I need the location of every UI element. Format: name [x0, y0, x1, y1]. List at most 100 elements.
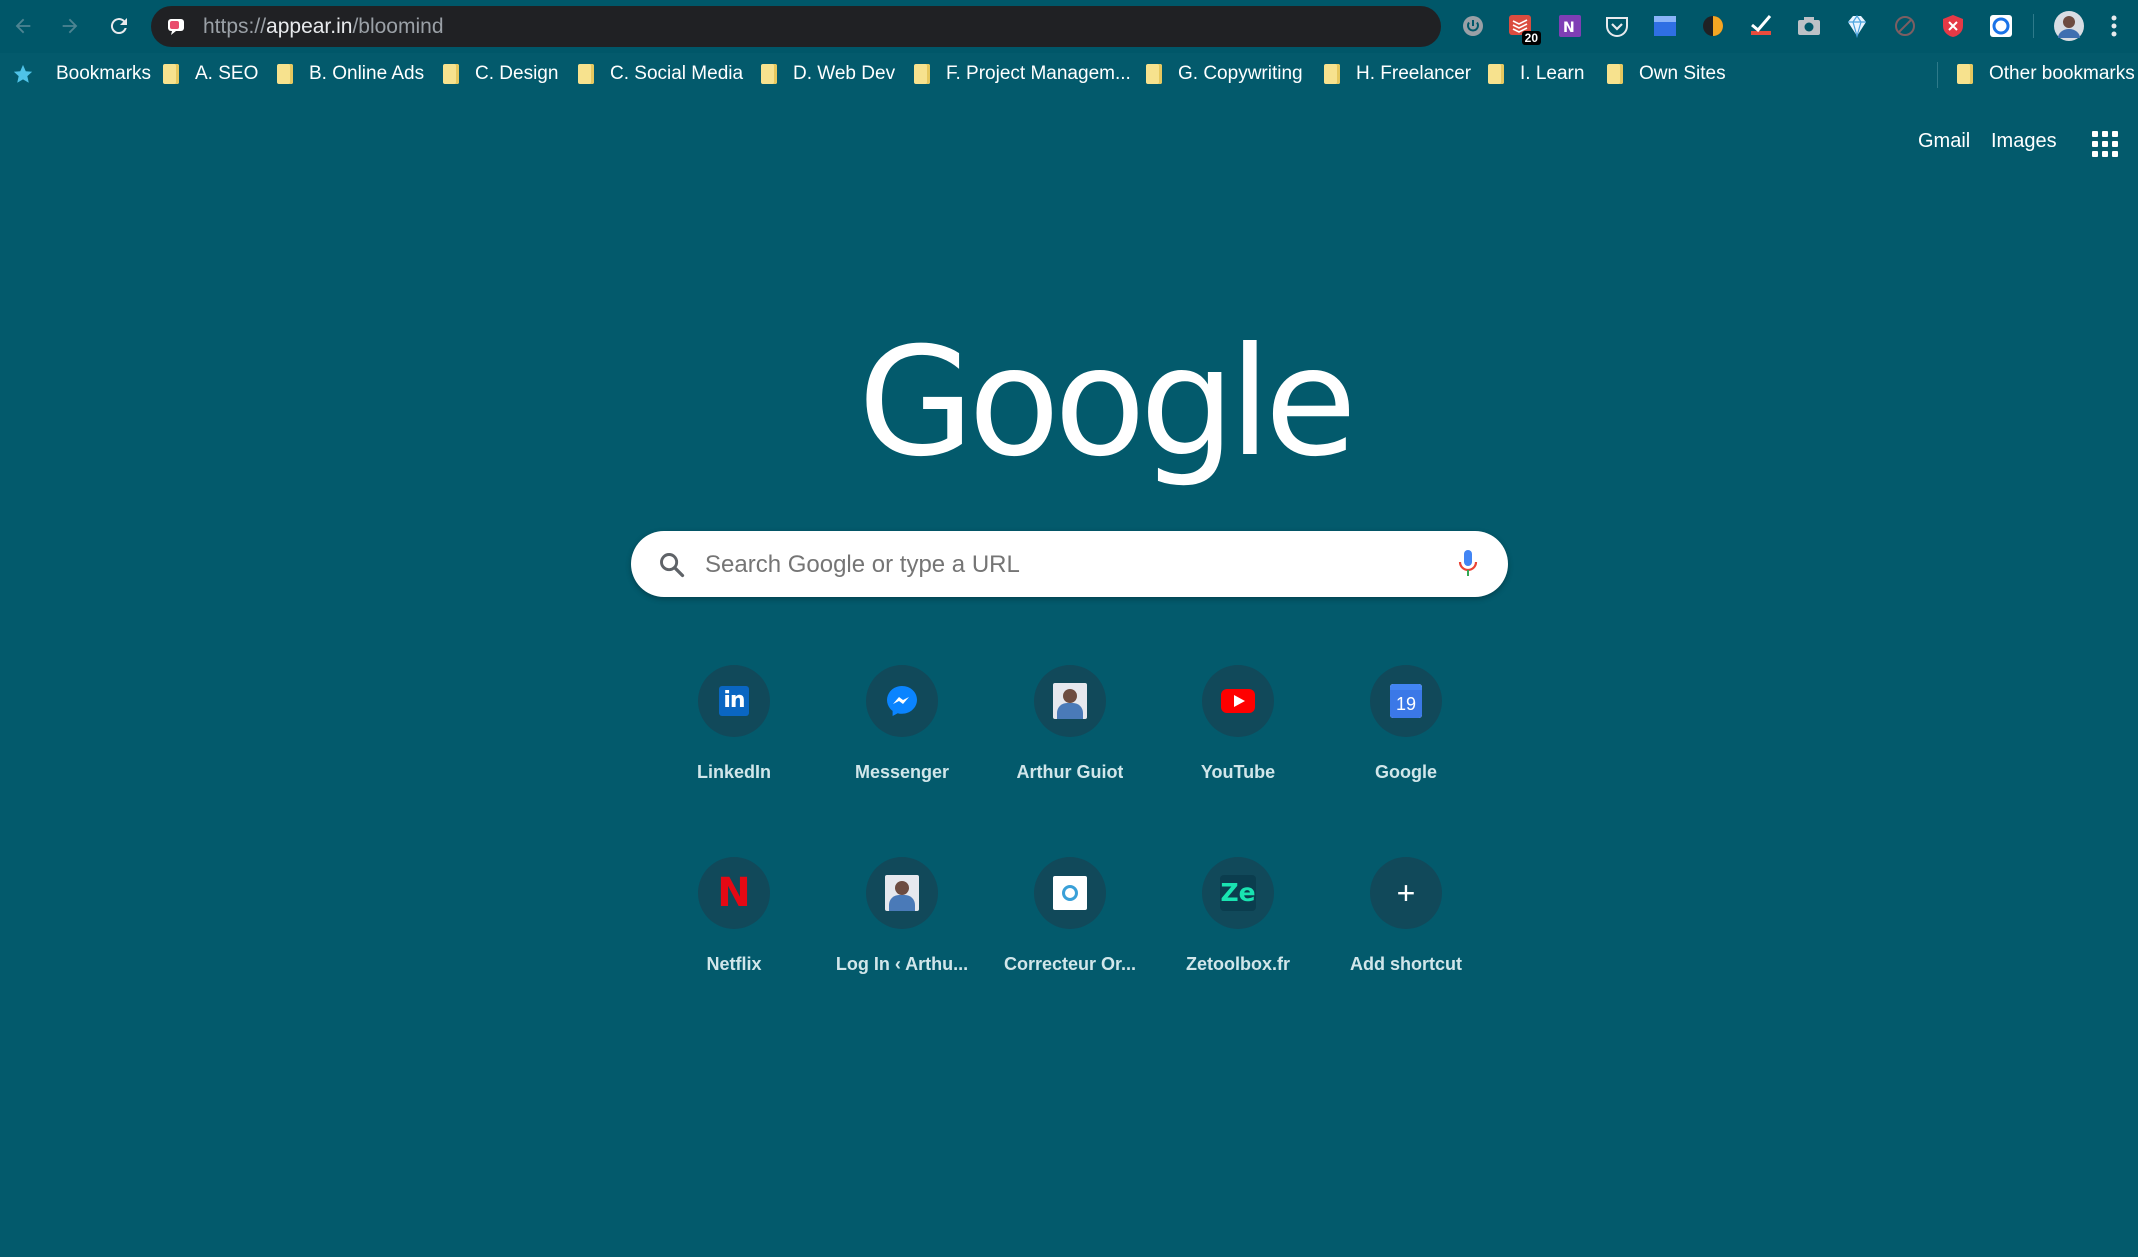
tile-icon-circle [1034, 857, 1106, 929]
shortcut-tile-youtube[interactable]: YouTube [1163, 665, 1313, 815]
arthur-guiot-favicon [1053, 683, 1087, 719]
apps-grid-button[interactable] [2092, 131, 2118, 157]
apps-dot [2102, 131, 2108, 137]
extension-blue[interactable] [1987, 12, 2015, 40]
apps-dot [2102, 141, 2108, 147]
window-icon [1654, 16, 1676, 36]
reload-icon [110, 18, 127, 35]
shortcut-label: Correcteur Or... [1003, 954, 1137, 974]
extension-orange[interactable] [1699, 12, 1727, 40]
zetoolbox-icon: Ze [1220, 875, 1256, 911]
search-input[interactable] [703, 531, 1407, 599]
add-shortcut-button[interactable]: + Add shortcut [1331, 857, 1481, 1007]
apps-dot [2092, 151, 2098, 157]
arrow-right-icon [62, 18, 78, 34]
shortcut-label: Netflix [706, 954, 762, 974]
folder-icon [914, 64, 930, 84]
extension-screenshot[interactable] [1795, 12, 1823, 40]
url-path: /bloomind [352, 15, 444, 38]
blocked-icon [1895, 16, 1915, 36]
onenote-icon: N [1559, 15, 1581, 37]
shortcut-label: Log In ‹ Arthu... [835, 954, 969, 974]
bookmark-folder-label: Other bookmarks [1989, 63, 2135, 84]
bookmark-folder-own-sites[interactable]: Own Sites [1607, 53, 1726, 95]
folder-icon [761, 64, 777, 84]
url-scheme: https:// [203, 15, 267, 38]
search-box[interactable] [631, 531, 1508, 599]
bookmark-folder-seo[interactable]: A. SEO [163, 53, 258, 95]
bookmark-folder-label: C. Design [475, 63, 559, 84]
forward-button[interactable] [53, 9, 87, 43]
bookmarks-bar: Bookmarks A. SEO B. Online Ads C. Design… [0, 53, 2138, 95]
folder-icon [1488, 64, 1504, 84]
folder-icon [1957, 64, 1973, 84]
shortcut-label: Zetoolbox.fr [1186, 954, 1290, 974]
folder-icon [578, 64, 594, 84]
extension-onenote[interactable]: N [1556, 12, 1584, 40]
avatar-icon [2054, 11, 2084, 41]
bookmarks-divider [1937, 62, 1938, 88]
shortcut-tile-arthur-guiot[interactable]: Arthur Guiot [995, 665, 1145, 815]
folder-icon [443, 64, 459, 84]
bookmark-folder-label: Own Sites [1639, 63, 1726, 84]
extension-shield[interactable] [1939, 12, 1967, 40]
other-bookmarks[interactable]: Other bookmarks [1957, 53, 2135, 95]
profile-avatar[interactable] [2053, 10, 2085, 42]
apps-dot [2112, 141, 2118, 147]
bookmark-folder-online-ads[interactable]: B. Online Ads [277, 53, 424, 95]
google-logo: Google [858, 316, 1357, 490]
tile-icon-circle: N [698, 857, 770, 929]
bookmark-folder-label: B. Online Ads [309, 63, 425, 84]
arrow-left-icon [15, 18, 31, 34]
tile-icon-circle: Ze [1202, 857, 1274, 929]
bookmark-folder-label: G. Copywriting [1178, 63, 1303, 84]
shortcut-tile-linkedin[interactable]: in LinkedIn [659, 665, 809, 815]
bookmark-folder-web-dev[interactable]: D. Web Dev [761, 53, 895, 95]
bookmark-folder-label: F. Project Managem... [946, 63, 1131, 84]
apps-dot [2112, 131, 2118, 137]
bookmark-folder-social-media[interactable]: C. Social Media [578, 53, 743, 95]
bookmark-folder-label: A. SEO [195, 63, 259, 84]
google-calendar-icon: 19 [1390, 684, 1422, 718]
shortcut-label: Add shortcut [1350, 954, 1462, 974]
shortcut-tile-login-arthur[interactable]: Log In ‹ Arthu... [827, 857, 977, 1007]
calendar-day: 19 [1390, 690, 1422, 718]
shortcut-label: LinkedIn [696, 762, 771, 782]
back-button[interactable] [6, 9, 40, 43]
extension-pocket[interactable] [1603, 12, 1631, 40]
shortcut-tile-netflix[interactable]: N Netflix [659, 857, 809, 1007]
extension-checkmark[interactable] [1747, 12, 1775, 40]
browser-menu-button[interactable] [2104, 12, 2124, 40]
shortcut-tile-zetoolbox[interactable]: Ze Zetoolbox.fr [1163, 857, 1313, 1007]
correcteur-favicon [1053, 876, 1087, 910]
gmail-link[interactable]: Gmail [1918, 130, 1970, 153]
browser-toolbar: https://appear.in/bloomind 20 N [0, 0, 2138, 53]
bookmark-folder-design[interactable]: C. Design [443, 53, 558, 95]
shortcut-tile-correcteur[interactable]: Correcteur Or... [995, 857, 1145, 1007]
tile-icon-circle [1034, 665, 1106, 737]
images-link[interactable]: Images [1991, 130, 2057, 153]
site-favicon-icon [168, 19, 184, 35]
extension-diamond[interactable] [1843, 12, 1871, 40]
extension-window[interactable] [1651, 12, 1679, 40]
address-bar[interactable]: https://appear.in/bloomind [151, 6, 1441, 47]
toolbar-divider [2033, 14, 2034, 38]
shortcut-tile-messenger[interactable]: Messenger [827, 665, 977, 815]
bookmark-folder-learn[interactable]: I. Learn [1488, 53, 1584, 95]
folder-icon [1324, 64, 1340, 84]
bookmark-folder-freelancer[interactable]: H. Freelancer [1324, 53, 1471, 95]
bookmark-folder-copywriting[interactable]: G. Copywriting [1146, 53, 1303, 95]
shortcut-tile-google[interactable]: 19 Google [1331, 665, 1481, 815]
folder-icon [1607, 64, 1623, 84]
pocket-icon [1606, 17, 1628, 37]
extension-timer[interactable] [1459, 12, 1487, 40]
extension-faded[interactable] [1891, 12, 1919, 40]
bookmark-folder-label: H. Freelancer [1356, 63, 1472, 84]
plus-icon: + [1396, 875, 1416, 911]
bookmarks-manager[interactable]: Bookmarks [12, 53, 151, 95]
reload-button[interactable] [102, 9, 136, 43]
bookmark-folder-project-management[interactable]: F. Project Managem... [914, 53, 1131, 95]
tile-icon-circle [866, 857, 938, 929]
extension-todoist[interactable]: 20 [1507, 12, 1541, 45]
microphone-icon[interactable] [1458, 548, 1478, 580]
